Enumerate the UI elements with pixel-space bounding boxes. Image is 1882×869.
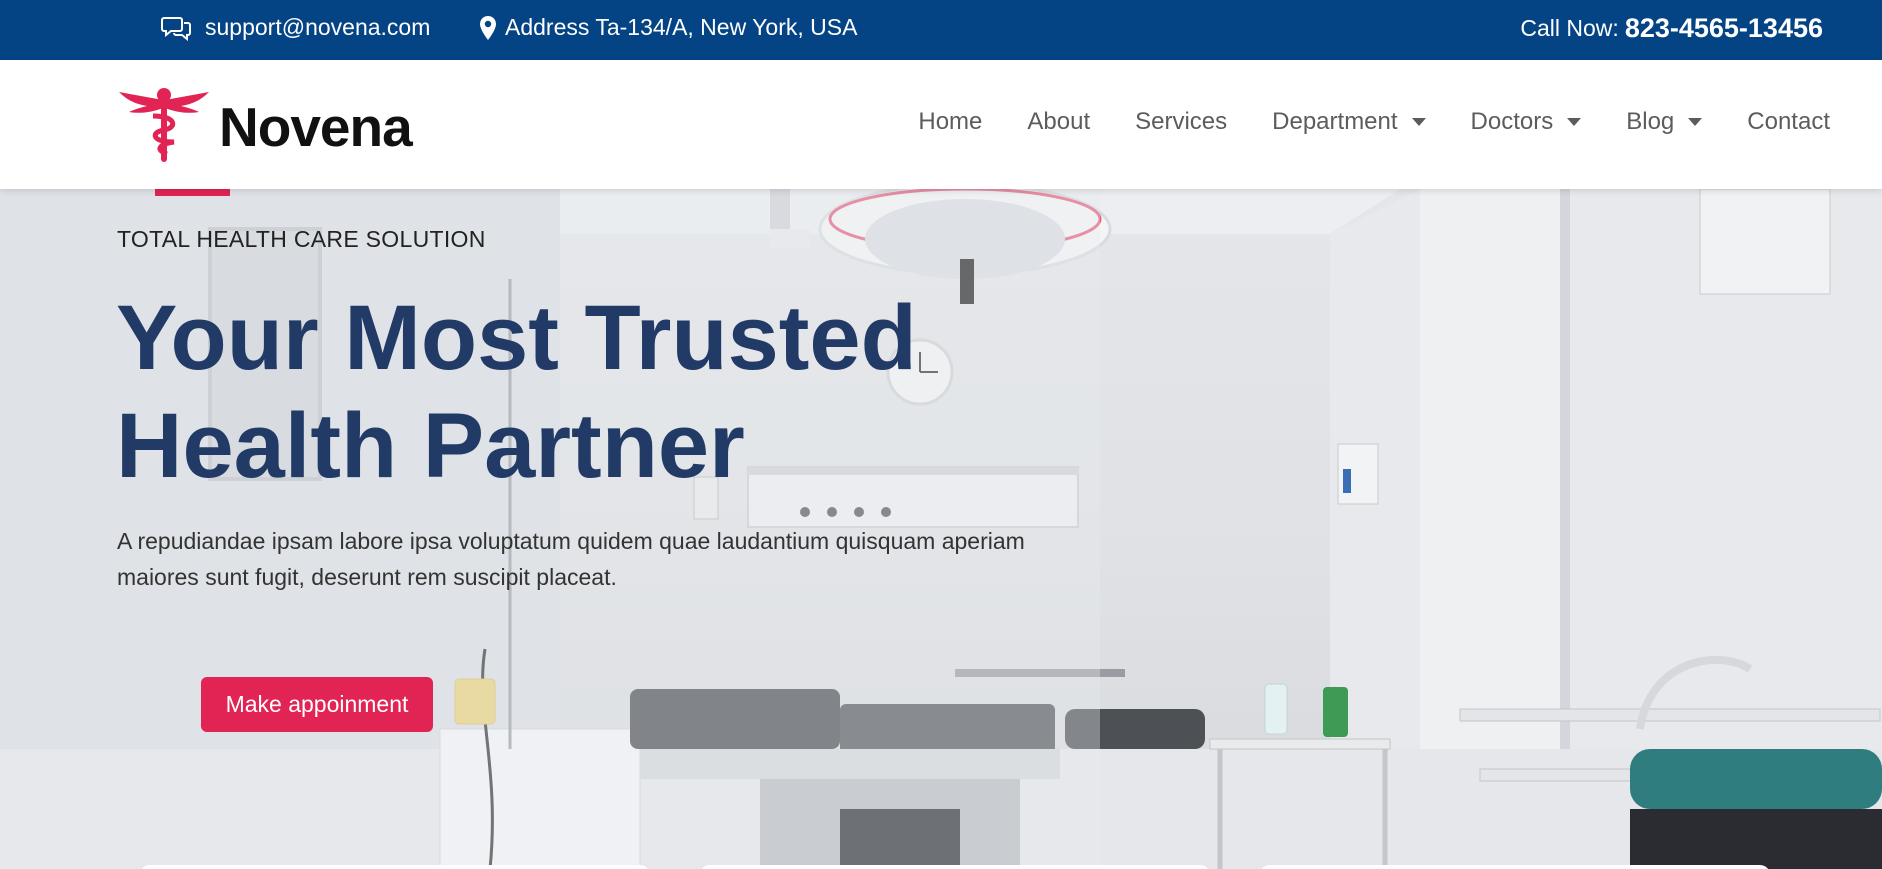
nav-item-label: Department: [1272, 108, 1398, 135]
hero-section: TOTAL HEALTH CARE SOLUTION Your Most Tru…: [0, 189, 1882, 869]
hero-description: A repudiandae ipsam labore ipsa voluptat…: [117, 523, 1097, 595]
email-contact[interactable]: support@novena.com: [161, 14, 430, 41]
hero-eyebrow: TOTAL HEALTH CARE SOLUTION: [117, 226, 486, 252]
email-text: support@novena.com: [205, 14, 431, 40]
nav-item-label: About: [1027, 108, 1091, 135]
chat-icon: [161, 15, 193, 41]
call-label: Call Now:: [1520, 15, 1619, 41]
nav-item-contact[interactable]: Contact: [1747, 108, 1830, 136]
caduceus-icon: [119, 86, 209, 169]
hero-accent-bar: [155, 189, 230, 196]
address-contact: Address Ta-134/A, New York, USA: [479, 14, 857, 41]
nav-item-label: Contact: [1747, 108, 1830, 135]
brand-logo[interactable]: Novena: [119, 86, 413, 169]
hero-title-line-1: Your Most Trusted: [116, 287, 917, 389]
phone-number: 823-4565-13456: [1624, 13, 1823, 43]
caret-down-icon: [1411, 118, 1426, 126]
nav-item-about[interactable]: About: [1027, 108, 1090, 136]
caret-down-icon: [1567, 118, 1582, 126]
hero-title-line-2: Health Partner: [116, 395, 745, 497]
caret-down-icon: [1688, 118, 1703, 126]
make-appointment-button[interactable]: Make appoinment: [201, 677, 433, 732]
call-now[interactable]: Call Now: 823-4565-13456: [1520, 13, 1823, 44]
hero-description-line-1: A repudiandae ipsam labore ipsa voluptat…: [117, 528, 1025, 554]
address-text: Address Ta-134/A, New York, USA: [505, 14, 858, 40]
map-pin-icon: [479, 15, 497, 41]
nav-item-blog[interactable]: Blog: [1626, 108, 1703, 136]
hero-title: Your Most Trusted Health Partner: [116, 284, 917, 500]
top-info-bar: support@novena.com Address Ta-134/A, New…: [0, 0, 1882, 60]
nav-item-label: Home: [918, 108, 983, 135]
nav-item-label: Blog: [1626, 108, 1675, 135]
nav-item-services[interactable]: Services: [1135, 108, 1227, 136]
main-navbar: Novena Home About Services Department Doctor…: [0, 60, 1882, 189]
nav-menu: Home About Services Department Doctors Blog Co…: [918, 108, 1830, 136]
nav-item-label: Doctors: [1470, 108, 1554, 135]
hero-description-line-2: maiores sunt fugit, deserunt rem suscipi…: [117, 564, 617, 590]
brand-name: Novena: [219, 96, 413, 158]
nav-item-home[interactable]: Home: [918, 108, 982, 136]
nav-item-department[interactable]: Department: [1272, 108, 1426, 136]
nav-item-doctors[interactable]: Doctors: [1471, 108, 1582, 136]
nav-item-label: Services: [1135, 108, 1228, 135]
